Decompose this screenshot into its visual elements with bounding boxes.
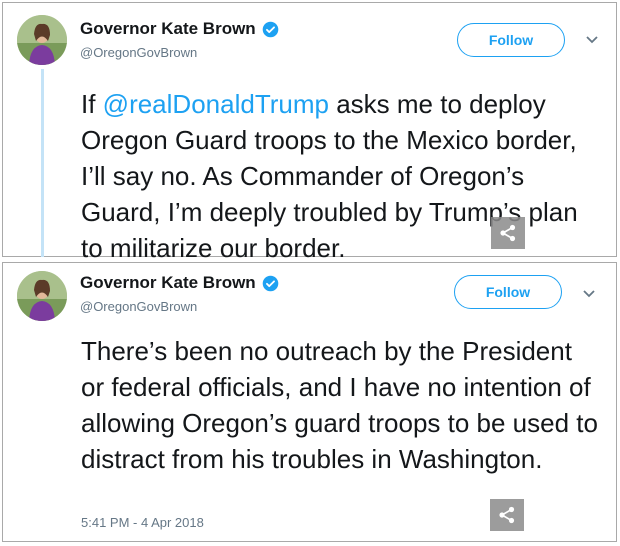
chevron-down-icon[interactable] xyxy=(582,289,596,299)
avatar-image xyxy=(17,15,67,65)
mention-link[interactable]: @realDonaldTrump xyxy=(103,89,329,119)
tweet-card: Governor Kate Brown @OregonGovBrown Foll… xyxy=(2,262,617,542)
avatar[interactable] xyxy=(17,271,67,321)
author-handle[interactable]: @OregonGovBrown xyxy=(80,299,197,314)
author-name[interactable]: Governor Kate Brown xyxy=(80,273,256,293)
tweet-text-prefix: If xyxy=(81,89,103,119)
share-button[interactable] xyxy=(491,217,525,249)
share-button[interactable] xyxy=(490,499,524,531)
avatar-image xyxy=(17,271,67,321)
avatar[interactable] xyxy=(17,15,67,65)
chevron-down-icon[interactable] xyxy=(585,35,599,45)
share-icon xyxy=(500,224,516,242)
verified-badge-icon xyxy=(262,21,279,38)
follow-button[interactable]: Follow xyxy=(457,23,565,57)
author-name-row: Governor Kate Brown xyxy=(80,19,279,39)
tweet-timestamp[interactable]: 5:41 PM - 4 Apr 2018 xyxy=(81,515,204,530)
author-name[interactable]: Governor Kate Brown xyxy=(80,19,256,39)
author-name-row: Governor Kate Brown xyxy=(80,273,279,293)
author-handle[interactable]: @OregonGovBrown xyxy=(80,45,197,60)
tweet-card: Governor Kate Brown @OregonGovBrown Foll… xyxy=(2,2,617,263)
share-icon xyxy=(499,506,515,524)
follow-button[interactable]: Follow xyxy=(454,275,562,309)
thread-connector-line xyxy=(41,69,44,257)
verified-badge-icon xyxy=(262,275,279,292)
tweet-text: There’s been no outreach by the Presiden… xyxy=(81,336,598,474)
